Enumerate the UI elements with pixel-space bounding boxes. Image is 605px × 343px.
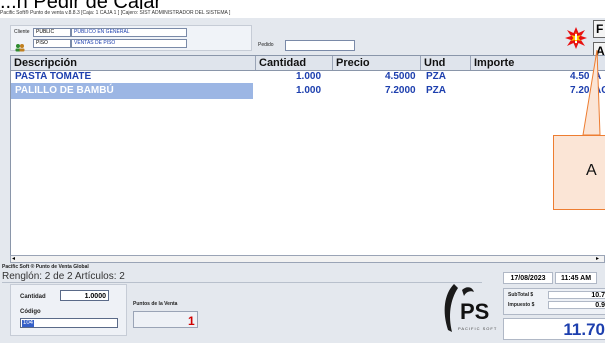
scroll-left-icon[interactable]: ◂ xyxy=(12,256,15,262)
cliente-label: Cliente xyxy=(14,29,30,35)
alert-burst-icon xyxy=(565,27,587,49)
table-row[interactable]: PASTA TOMATE 1.000 4.5000 PZA 4.50 A xyxy=(11,71,605,83)
cliente-name-field: PUBLICO EN GENERAL xyxy=(71,28,187,37)
total-display: 11.70 xyxy=(503,318,605,340)
cantidad-input[interactable]: 1.0000 xyxy=(60,290,109,301)
row-precio: 4.5000 xyxy=(385,71,416,82)
codigo-selected-text: 104 xyxy=(22,320,35,327)
puntos-label: Puntos de la Venta xyxy=(133,301,178,307)
f-button[interactable]: F xyxy=(593,20,605,38)
subtotal-label: SubTotal $ xyxy=(508,292,534,298)
piso-code-field[interactable]: PISO xyxy=(33,39,71,48)
status-text: Renglón: 2 de 2 Artículos: 2 xyxy=(2,271,125,282)
col-cantidad[interactable]: Cantidad xyxy=(256,56,333,70)
status-divider xyxy=(2,282,482,283)
customer-panel: Cliente PUBLIC PUBLICO EN GENERAL PISO V… xyxy=(10,25,252,52)
piso-name-field: VENTAS DE PISO xyxy=(71,39,187,48)
app-name-label: Pacific Soft ® Punto de Venta Global xyxy=(2,264,89,270)
time-display: 11:45 AM xyxy=(555,272,597,284)
row-und: PZA xyxy=(426,85,446,96)
table-row-selected[interactable]: PALILLO DE BAMBÚ 1.000 7.2000 PZA 7.20 A… xyxy=(11,83,605,99)
row-cantidad: 1.000 xyxy=(296,85,322,96)
logo-text: PS xyxy=(460,299,490,324)
logo-subtext: PACIFIC SOFT xyxy=(458,326,498,331)
col-descripcion[interactable]: Descripción xyxy=(11,56,256,70)
col-precio[interactable]: Precio xyxy=(333,56,421,70)
horizontal-scrollbar[interactable]: ◂ ▸ xyxy=(10,255,605,263)
items-grid[interactable]: Descripción Cantidad Precio Und Importe … xyxy=(10,55,605,257)
callout-text: A xyxy=(586,162,597,179)
pedido-field[interactable] xyxy=(285,40,355,51)
puntos-value: 1 xyxy=(188,314,195,328)
impuesto-label: Impuesto $ xyxy=(508,302,535,308)
date-display: 17/08/2023 xyxy=(503,272,553,284)
scroll-right-icon[interactable]: ▸ xyxy=(596,256,599,262)
row-descripcion: PALILLO DE BAMBÚ xyxy=(11,83,253,99)
cliente-code-field[interactable]: PUBLIC xyxy=(33,28,71,37)
codigo-input[interactable]: 104 xyxy=(20,318,118,328)
row-cantidad: 1.000 xyxy=(296,71,322,82)
codigo-label: Código xyxy=(20,309,41,315)
subtotal-value: 10.7 xyxy=(548,291,605,299)
cantidad-label: Cantidad xyxy=(20,294,46,300)
grid-header: Descripción Cantidad Precio Und Importe xyxy=(11,56,605,71)
row-descripcion: PASTA TOMATE xyxy=(15,71,92,82)
row-precio: 7.2000 xyxy=(385,85,416,96)
pedido-label: Pedido xyxy=(258,42,274,48)
callout-box: A xyxy=(553,135,605,210)
impuesto-value: 0.9 xyxy=(548,301,605,309)
row-und: PZA xyxy=(426,71,446,82)
people-icon xyxy=(14,39,26,52)
callout-pointer xyxy=(553,49,605,136)
col-und[interactable]: Und xyxy=(421,56,471,70)
window-titlebar: Pacific Soft® Punto de venta v.8.8.3 [Ca… xyxy=(0,9,605,18)
